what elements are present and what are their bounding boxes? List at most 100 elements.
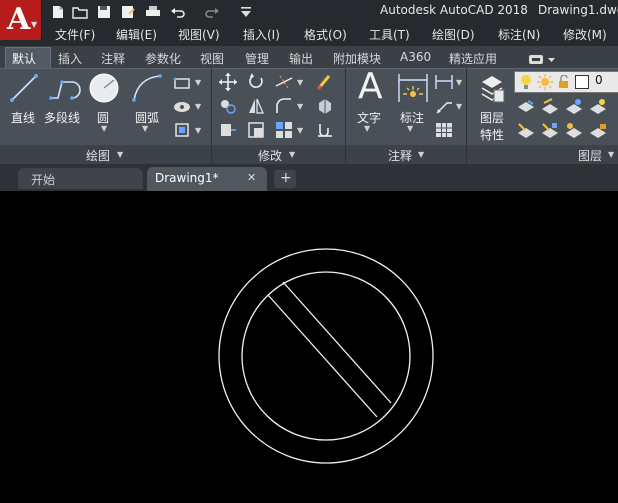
chevron-down-icon[interactable]: ▼ <box>418 150 424 159</box>
unlock-icon[interactable] <box>557 75 571 89</box>
hatch-tool-icon[interactable] <box>172 97 192 117</box>
chevron-down-icon[interactable]: ▼ <box>608 150 614 159</box>
ribbon-options-icon[interactable] <box>528 51 560 64</box>
linear-dimension-icon[interactable] <box>434 72 454 92</box>
chevron-down-icon[interactable]: ▼ <box>456 102 462 111</box>
layers-panel-title[interactable]: 图层 <box>578 147 602 164</box>
menu-edit[interactable]: 编辑(E) <box>116 26 157 43</box>
layer-match-icon[interactable] <box>540 97 560 117</box>
array-icon[interactable] <box>274 120 294 140</box>
close-icon[interactable]: ✕ <box>247 171 256 184</box>
menu-view[interactable]: 视图(V) <box>178 26 220 43</box>
undo-icon[interactable] <box>170 4 186 18</box>
autocad-logo: A <box>7 2 31 37</box>
plus-icon: + <box>280 170 292 186</box>
leader-icon[interactable] <box>434 96 454 116</box>
scale-icon[interactable] <box>246 120 266 140</box>
tab-parametric[interactable]: 参数化 <box>145 50 181 67</box>
tab-home[interactable]: 默认 <box>12 50 36 67</box>
polyline-tool-icon[interactable] <box>48 72 82 104</box>
diagonal-bar-edge-top[interactable] <box>267 294 378 418</box>
layer-lock-icon[interactable] <box>588 121 608 141</box>
menu-insert[interactable]: 插入(I) <box>243 26 280 43</box>
rotate-icon[interactable] <box>246 72 266 92</box>
layer-properties-icon[interactable] <box>478 72 506 104</box>
tab-view[interactable]: 视图 <box>200 50 224 67</box>
layer-current-icon[interactable] <box>540 121 560 141</box>
customize-qat-icon[interactable] <box>238 4 254 18</box>
chevron-down-icon[interactable]: ▼ <box>142 124 148 133</box>
new-tab-button[interactable]: + <box>274 170 296 188</box>
chevron-down-icon[interactable]: ▼ <box>364 124 370 133</box>
trim-icon[interactable] <box>274 72 294 92</box>
layer-thaw-icon[interactable] <box>564 121 584 141</box>
chevron-down-icon[interactable]: ▼ <box>195 126 201 135</box>
annotation-panel-title[interactable]: 注释 <box>388 147 412 164</box>
inner-circle[interactable] <box>241 271 411 441</box>
layer-color-swatch[interactable] <box>575 75 589 89</box>
stretch-icon[interactable] <box>218 120 238 140</box>
outer-circle[interactable] <box>218 248 434 464</box>
text-tool-icon[interactable]: A <box>356 66 384 107</box>
menu-format[interactable]: 格式(O) <box>304 26 347 43</box>
chevron-down-icon[interactable]: ▼ <box>195 78 201 87</box>
lightbulb-icon[interactable] <box>519 74 533 90</box>
table-icon[interactable] <box>434 120 454 140</box>
tab-start[interactable]: 开始 <box>18 168 143 189</box>
tab-insert[interactable]: 插入 <box>58 50 82 67</box>
open-folder-icon[interactable] <box>72 4 88 19</box>
chevron-down-icon[interactable]: ▼ <box>407 124 413 133</box>
menu-file[interactable]: 文件(F) <box>55 26 95 43</box>
sun-icon[interactable] <box>537 74 553 90</box>
menu-modify[interactable]: 修改(M) <box>563 26 607 43</box>
draw-panel-title[interactable]: 绘图 <box>86 147 110 164</box>
redo-icon[interactable] <box>204 4 220 18</box>
layer-unisolate-icon[interactable] <box>516 121 536 141</box>
arc-tool-icon[interactable] <box>130 72 164 104</box>
explode-icon[interactable] <box>315 96 335 116</box>
layer-freeze-icon[interactable] <box>564 97 584 117</box>
line-tool-icon[interactable] <box>8 72 40 104</box>
menu-tools[interactable]: 工具(T) <box>369 26 410 43</box>
chevron-down-icon[interactable]: ▼ <box>195 102 201 111</box>
copy-icon[interactable] <box>218 96 238 116</box>
modify-panel-title[interactable]: 修改 <box>258 147 282 164</box>
erase-icon[interactable] <box>315 72 335 92</box>
layer-off-icon[interactable] <box>588 97 608 117</box>
rectangle-tool-icon[interactable] <box>172 73 192 93</box>
chevron-down-icon[interactable]: ▼ <box>297 102 303 111</box>
layer-dropdown[interactable]: 0 <box>514 71 618 93</box>
chevron-down-icon[interactable]: ▼ <box>117 150 123 159</box>
menu-draw[interactable]: 绘图(D) <box>432 26 475 43</box>
print-icon[interactable] <box>145 4 161 18</box>
offset-icon[interactable] <box>315 120 335 140</box>
chevron-down-icon[interactable]: ▼ <box>101 124 107 133</box>
chevron-down-icon[interactable]: ▼ <box>297 78 303 87</box>
tab-drawing1[interactable]: Drawing1* ✕ <box>147 167 267 191</box>
chevron-down-icon[interactable]: ▼ <box>456 78 462 87</box>
layer-isolate-icon[interactable] <box>516 97 536 117</box>
tab-addins[interactable]: 附加模块 <box>333 50 381 67</box>
new-file-icon[interactable] <box>50 4 66 18</box>
tab-output[interactable]: 输出 <box>289 50 313 67</box>
fillet-icon[interactable] <box>274 96 294 116</box>
tab-manage[interactable]: 管理 <box>245 50 269 67</box>
tab-annotate[interactable]: 注释 <box>101 50 125 67</box>
circle-tool-icon[interactable] <box>88 72 120 104</box>
menu-dimension[interactable]: 标注(N) <box>498 26 540 43</box>
save-icon[interactable] <box>96 4 112 18</box>
mirror-icon[interactable] <box>246 96 266 116</box>
drawing-canvas[interactable] <box>0 191 618 499</box>
application-menu-button[interactable]: A ▼ <box>0 0 42 40</box>
move-icon[interactable] <box>218 72 238 92</box>
boundary-tool-icon[interactable] <box>172 120 192 140</box>
tab-a360[interactable]: A360 <box>400 50 431 64</box>
panel-divider <box>466 68 467 164</box>
chevron-down-icon[interactable]: ▼ <box>297 126 303 135</box>
save-as-icon[interactable] <box>120 4 136 18</box>
chevron-down-icon[interactable]: ▼ <box>289 150 295 159</box>
diagonal-bar-edge-bottom[interactable] <box>282 281 392 404</box>
dimension-tool-icon[interactable] <box>396 72 430 104</box>
tab-featured-apps[interactable]: 精选应用 <box>449 50 497 67</box>
panel-divider <box>211 68 212 164</box>
